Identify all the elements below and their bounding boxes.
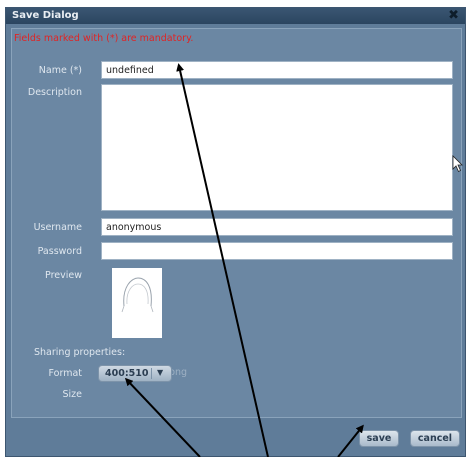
arrow-icon	[337, 424, 364, 457]
annotation-arrows	[124, 63, 364, 457]
arrow-icon	[176, 63, 269, 457]
arrow-icon	[124, 377, 201, 457]
